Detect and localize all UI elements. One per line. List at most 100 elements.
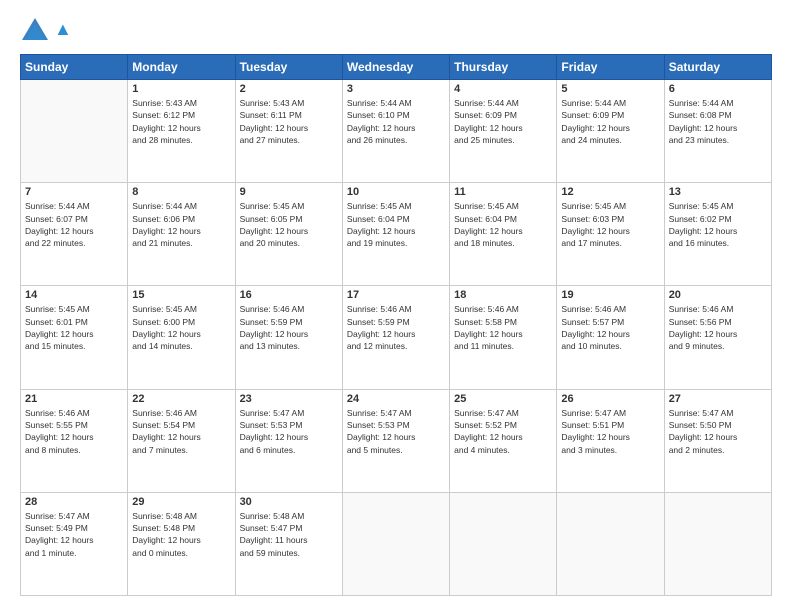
day-info: Sunrise: 5:47 AM Sunset: 5:53 PM Dayligh…: [240, 407, 338, 456]
day-info: Sunrise: 5:46 AM Sunset: 5:58 PM Dayligh…: [454, 303, 552, 352]
day-number: 29: [132, 496, 230, 508]
calendar-cell: 28 Sunrise: 5:47 AM Sunset: 5:49 PM Dayli…: [21, 492, 128, 595]
calendar-cell: 2 Sunrise: 5:43 AM Sunset: 6:11 PM Daylig…: [235, 80, 342, 183]
weekday-header-monday: Monday: [128, 55, 235, 80]
weekday-header-saturday: Saturday: [664, 55, 771, 80]
day-number: 2: [240, 83, 338, 95]
calendar-week-5: 28 Sunrise: 5:47 AM Sunset: 5:49 PM Dayli…: [21, 492, 772, 595]
day-number: 8: [132, 186, 230, 198]
calendar-cell: 8 Sunrise: 5:44 AM Sunset: 6:06 PM Daylig…: [128, 183, 235, 286]
calendar-cell: 24 Sunrise: 5:47 AM Sunset: 5:53 PM Dayli…: [342, 389, 449, 492]
calendar-cell: 30Sunrise: 5:48 AM Sunset: 5:47 PM Dayli…: [235, 492, 342, 595]
calendar-cell: 1 Sunrise: 5:43 AM Sunset: 6:12 PM Daylig…: [128, 80, 235, 183]
weekday-header-friday: Friday: [557, 55, 664, 80]
day-info: Sunrise: 5:44 AM Sunset: 6:08 PM Dayligh…: [669, 97, 767, 146]
day-number: 25: [454, 393, 552, 405]
day-info: Sunrise: 5:46 AM Sunset: 5:59 PM Dayligh…: [240, 303, 338, 352]
day-number: 15: [132, 289, 230, 301]
header: ▲: [20, 16, 772, 44]
day-info: Sunrise: 5:46 AM Sunset: 5:54 PM Dayligh…: [132, 407, 230, 456]
calendar-cell: 12Sunrise: 5:45 AM Sunset: 6:03 PM Dayli…: [557, 183, 664, 286]
day-number: 22: [132, 393, 230, 405]
calendar-cell: 26 Sunrise: 5:47 AM Sunset: 5:51 PM Dayli…: [557, 389, 664, 492]
day-info: Sunrise: 5:44 AM Sunset: 6:10 PM Dayligh…: [347, 97, 445, 146]
calendar-cell: [664, 492, 771, 595]
calendar-week-4: 21 Sunrise: 5:46 AM Sunset: 5:55 PM Dayli…: [21, 389, 772, 492]
day-number: 16: [240, 289, 338, 301]
calendar-cell: 18 Sunrise: 5:46 AM Sunset: 5:58 PM Dayli…: [450, 286, 557, 389]
calendar-cell: 29 Sunrise: 5:48 AM Sunset: 5:48 PM Dayli…: [128, 492, 235, 595]
weekday-header-sunday: Sunday: [21, 55, 128, 80]
day-info: Sunrise: 5:43 AM Sunset: 6:11 PM Dayligh…: [240, 97, 338, 146]
day-number: 13: [669, 186, 767, 198]
day-info: Sunrise: 5:46 AM Sunset: 5:57 PM Dayligh…: [561, 303, 659, 352]
calendar-week-1: 1 Sunrise: 5:43 AM Sunset: 6:12 PM Daylig…: [21, 80, 772, 183]
day-number: 14: [25, 289, 123, 301]
calendar-cell: 25Sunrise: 5:47 AM Sunset: 5:52 PM Dayli…: [450, 389, 557, 492]
calendar-cell: 20 Sunrise: 5:46 AM Sunset: 5:56 PM Dayli…: [664, 286, 771, 389]
logo: ▲: [20, 16, 72, 44]
page: ▲ SundayMondayTuesdayWednesdayThursdayFr…: [0, 0, 792, 612]
calendar-cell: 23 Sunrise: 5:47 AM Sunset: 5:53 PM Dayli…: [235, 389, 342, 492]
calendar-cell: 6 Sunrise: 5:44 AM Sunset: 6:08 PM Daylig…: [664, 80, 771, 183]
day-info: Sunrise: 5:48 AM Sunset: 5:47 PM Dayligh…: [240, 510, 338, 559]
day-number: 21: [25, 393, 123, 405]
weekday-header-wednesday: Wednesday: [342, 55, 449, 80]
day-info: Sunrise: 5:46 AM Sunset: 5:56 PM Dayligh…: [669, 303, 767, 352]
day-info: Sunrise: 5:46 AM Sunset: 5:59 PM Dayligh…: [347, 303, 445, 352]
calendar-week-3: 14 Sunrise: 5:45 AM Sunset: 6:01 PM Dayli…: [21, 286, 772, 389]
calendar-cell: 17Sunrise: 5:46 AM Sunset: 5:59 PM Dayli…: [342, 286, 449, 389]
day-info: Sunrise: 5:47 AM Sunset: 5:49 PM Dayligh…: [25, 510, 123, 559]
calendar-header-row: SundayMondayTuesdayWednesdayThursdayFrid…: [21, 55, 772, 80]
day-info: Sunrise: 5:46 AM Sunset: 5:55 PM Dayligh…: [25, 407, 123, 456]
calendar-week-2: 7 Sunrise: 5:44 AM Sunset: 6:07 PM Daylig…: [21, 183, 772, 286]
day-info: Sunrise: 5:45 AM Sunset: 6:04 PM Dayligh…: [347, 200, 445, 249]
day-number: 18: [454, 289, 552, 301]
day-info: Sunrise: 5:47 AM Sunset: 5:51 PM Dayligh…: [561, 407, 659, 456]
day-number: 10: [347, 186, 445, 198]
day-info: Sunrise: 5:45 AM Sunset: 6:00 PM Dayligh…: [132, 303, 230, 352]
calendar-cell: 5 Sunrise: 5:44 AM Sunset: 6:09 PM Daylig…: [557, 80, 664, 183]
calendar-cell: 21 Sunrise: 5:46 AM Sunset: 5:55 PM Dayli…: [21, 389, 128, 492]
day-info: Sunrise: 5:45 AM Sunset: 6:01 PM Dayligh…: [25, 303, 123, 352]
day-number: 6: [669, 83, 767, 95]
calendar-cell: 11Sunrise: 5:45 AM Sunset: 6:04 PM Dayli…: [450, 183, 557, 286]
day-info: Sunrise: 5:48 AM Sunset: 5:48 PM Dayligh…: [132, 510, 230, 559]
day-info: Sunrise: 5:44 AM Sunset: 6:09 PM Dayligh…: [561, 97, 659, 146]
day-info: Sunrise: 5:44 AM Sunset: 6:09 PM Dayligh…: [454, 97, 552, 146]
day-number: 20: [669, 289, 767, 301]
calendar-cell: 13 Sunrise: 5:45 AM Sunset: 6:02 PM Dayli…: [664, 183, 771, 286]
day-number: 26: [561, 393, 659, 405]
day-number: 11: [454, 186, 552, 198]
day-number: 23: [240, 393, 338, 405]
day-info: Sunrise: 5:45 AM Sunset: 6:03 PM Dayligh…: [561, 200, 659, 249]
day-number: 24: [347, 393, 445, 405]
calendar-cell: 19 Sunrise: 5:46 AM Sunset: 5:57 PM Dayli…: [557, 286, 664, 389]
day-number: 27: [669, 393, 767, 405]
calendar-cell: 7 Sunrise: 5:44 AM Sunset: 6:07 PM Daylig…: [21, 183, 128, 286]
day-info: Sunrise: 5:44 AM Sunset: 6:06 PM Dayligh…: [132, 200, 230, 249]
day-number: 7: [25, 186, 123, 198]
day-number: 3: [347, 83, 445, 95]
day-info: Sunrise: 5:45 AM Sunset: 6:02 PM Dayligh…: [669, 200, 767, 249]
calendar-table: SundayMondayTuesdayWednesdayThursdayFrid…: [20, 54, 772, 596]
day-info: Sunrise: 5:45 AM Sunset: 6:05 PM Dayligh…: [240, 200, 338, 249]
calendar-cell: 4 Sunrise: 5:44 AM Sunset: 6:09 PM Daylig…: [450, 80, 557, 183]
day-info: Sunrise: 5:44 AM Sunset: 6:07 PM Dayligh…: [25, 200, 123, 249]
calendar-cell: 14 Sunrise: 5:45 AM Sunset: 6:01 PM Dayli…: [21, 286, 128, 389]
calendar-cell: 27Sunrise: 5:47 AM Sunset: 5:50 PM Dayli…: [664, 389, 771, 492]
calendar-cell: [342, 492, 449, 595]
day-number: 4: [454, 83, 552, 95]
calendar-cell: 10 Sunrise: 5:45 AM Sunset: 6:04 PM Dayli…: [342, 183, 449, 286]
calendar-cell: 16 Sunrise: 5:46 AM Sunset: 5:59 PM Dayli…: [235, 286, 342, 389]
day-number: 19: [561, 289, 659, 301]
day-number: 28: [25, 496, 123, 508]
day-number: 1: [132, 83, 230, 95]
day-info: Sunrise: 5:43 AM Sunset: 6:12 PM Dayligh…: [132, 97, 230, 146]
calendar-cell: 9Sunrise: 5:45 AM Sunset: 6:05 PM Daylig…: [235, 183, 342, 286]
calendar-cell: 15 Sunrise: 5:45 AM Sunset: 6:00 PM Dayli…: [128, 286, 235, 389]
day-info: Sunrise: 5:47 AM Sunset: 5:53 PM Dayligh…: [347, 407, 445, 456]
calendar-cell: [21, 80, 128, 183]
day-number: 5: [561, 83, 659, 95]
weekday-header-tuesday: Tuesday: [235, 55, 342, 80]
